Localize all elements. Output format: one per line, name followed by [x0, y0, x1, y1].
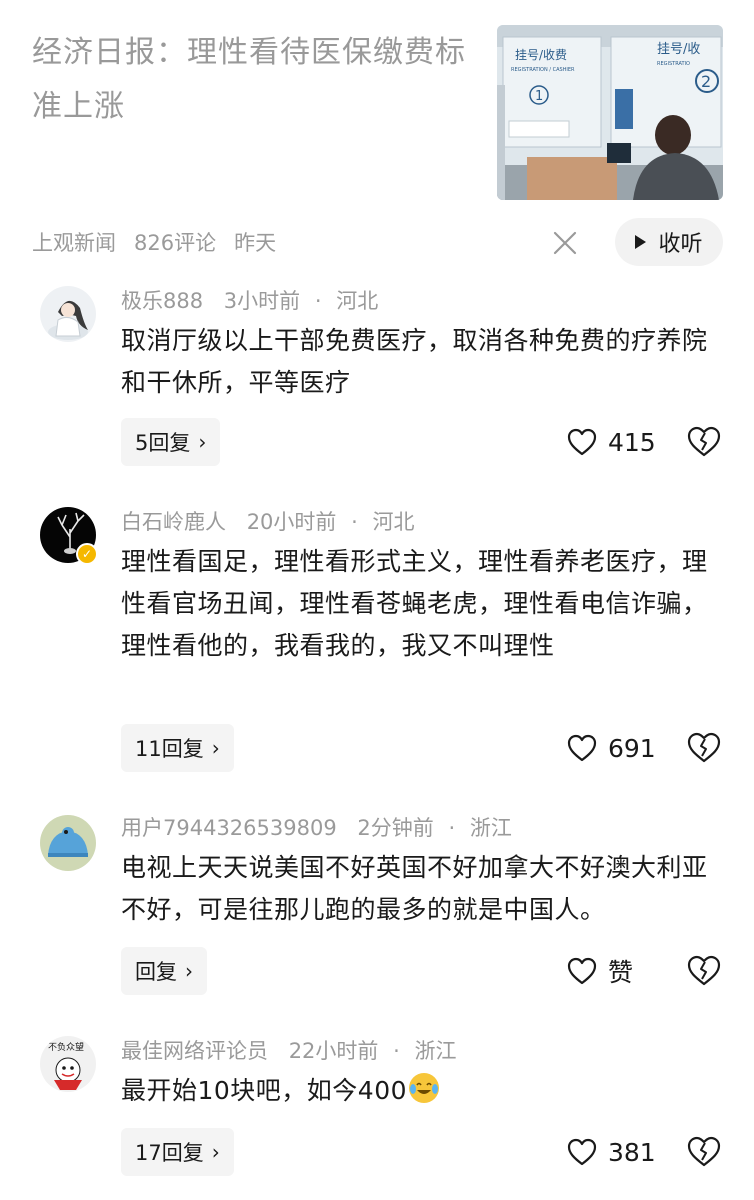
reply-label: 5回复 — [135, 431, 191, 455]
broken-heart-icon — [687, 955, 721, 986]
reply-label: 11回复 — [135, 737, 204, 761]
comment-time: 20小时前 — [246, 510, 337, 534]
comment-time: 3小时前 — [223, 289, 301, 313]
heart-icon — [567, 957, 597, 985]
listen-button[interactable]: 收听 — [615, 218, 723, 266]
separator: · — [393, 1039, 400, 1063]
comment-text[interactable]: 理性看国足，理性看形式主义，理性看养老医疗，理性看官场丑闻，理性看苍蝇老虎，理性… — [121, 541, 731, 667]
dislike-button[interactable] — [686, 730, 722, 766]
article-meta: 上观新闻 826评论 昨天 — [32, 224, 294, 260]
comment-username[interactable]: 用户7944326539809 — [121, 816, 337, 840]
article-time: 昨天 — [234, 231, 277, 255]
broken-heart-icon — [687, 1136, 721, 1167]
chevron-right-icon: › — [185, 959, 193, 983]
avatar[interactable] — [40, 815, 96, 871]
avatar[interactable]: 不负众望 — [40, 1036, 96, 1092]
comment-location: 河北 — [372, 510, 415, 534]
like-button[interactable]: 赞 — [566, 951, 633, 991]
like-count: 691 — [608, 733, 656, 763]
reply-button[interactable]: 回复 › — [121, 947, 207, 995]
chevron-right-icon: › — [211, 736, 220, 760]
thumb-num-left: 1 — [535, 89, 543, 104]
comment-username[interactable]: 极乐888 — [121, 289, 203, 313]
comment-time: 2分钟前 — [357, 816, 434, 840]
like-count: 415 — [608, 427, 656, 457]
thumb-sign-left-en: REGISTRATION / CASHIER — [511, 67, 575, 73]
reply-label: 17回复 — [135, 1141, 204, 1165]
comment-username[interactable]: 白石岭鹿人 — [121, 510, 226, 534]
separator: · — [351, 510, 358, 534]
reply-button[interactable]: 17回复 › — [121, 1128, 234, 1176]
reply-label: 回复 — [135, 960, 177, 984]
thumb-sign-right-en: REGISTRATIO — [657, 61, 690, 67]
comment-text-content: 最开始10块吧，如今400 — [121, 1076, 408, 1105]
comment-header: 用户7944326539809 2分钟前 · 浙江 — [121, 813, 512, 843]
reply-button[interactable]: 11回复 › — [121, 724, 234, 772]
comment-username[interactable]: 最佳网络评论员 — [121, 1039, 268, 1063]
listen-label: 收听 — [658, 232, 703, 257]
separator: · — [448, 816, 456, 840]
heart-icon — [567, 734, 597, 762]
comment-header: 极乐888 3小时前 · 河北 — [121, 286, 378, 316]
dislike-button[interactable] — [686, 953, 722, 989]
comment-header: 白石岭鹿人 20小时前 · 河北 — [121, 507, 414, 537]
separator: · — [314, 289, 322, 313]
verified-badge: ✓ — [76, 543, 98, 565]
heart-icon — [567, 428, 597, 456]
laughing-crying-emoji-icon — [409, 1073, 440, 1103]
article-comment-count: 826评论 — [134, 231, 217, 255]
broken-heart-icon — [687, 732, 721, 763]
article-header[interactable]: 经济日报：理性看待医保缴费标准上涨 — [32, 26, 472, 134]
dislike-button[interactable] — [686, 424, 722, 460]
dislike-button[interactable] — [686, 1134, 722, 1170]
comment-time: 22小时前 — [288, 1039, 379, 1063]
chevron-right-icon: › — [211, 1140, 220, 1164]
thumb-sign-left: 挂号/收费 — [515, 48, 567, 62]
broken-heart-icon — [687, 426, 721, 457]
comment-header: 最佳网络评论员 22小时前 · 浙江 — [121, 1036, 456, 1066]
thumb-sign-right: 挂号/收 — [657, 42, 700, 57]
comment-location: 浙江 — [469, 816, 512, 840]
article-thumbnail[interactable]: 挂号/收费 REGISTRATION / CASHIER 挂号/收 REGIST… — [497, 25, 723, 200]
comment-location: 浙江 — [414, 1039, 457, 1063]
comment-text[interactable]: 最开始10块吧，如今400 — [121, 1070, 731, 1112]
comment-text[interactable]: 取消厅级以上干部免费医疗，取消各种免费的疗养院和干休所，平等医疗 — [121, 320, 731, 404]
like-button[interactable]: 415 — [566, 422, 656, 462]
play-icon — [635, 235, 647, 249]
article-source[interactable]: 上观新闻 — [32, 227, 116, 257]
reply-button[interactable]: 5回复 › — [121, 418, 221, 466]
comment-location: 河北 — [336, 289, 379, 313]
comment-text[interactable]: 电视上天天说美国不好英国不好加拿大不好澳大利亚不好，可是往那儿跑的最多的就是中国… — [121, 847, 731, 931]
like-button[interactable]: 381 — [566, 1132, 656, 1172]
thumb-num-right: 2 — [701, 72, 711, 91]
heart-icon — [567, 1138, 597, 1166]
avatar-caption: 不负众望 — [48, 1041, 84, 1053]
avatar[interactable] — [40, 286, 96, 342]
like-button[interactable]: 691 — [566, 728, 656, 768]
like-count: 381 — [608, 1137, 656, 1167]
like-count: 赞 — [608, 958, 634, 987]
article-title[interactable]: 经济日报：理性看待医保缴费标准上涨 — [32, 26, 472, 134]
close-icon[interactable] — [548, 226, 582, 260]
chevron-right-icon: › — [198, 430, 207, 454]
